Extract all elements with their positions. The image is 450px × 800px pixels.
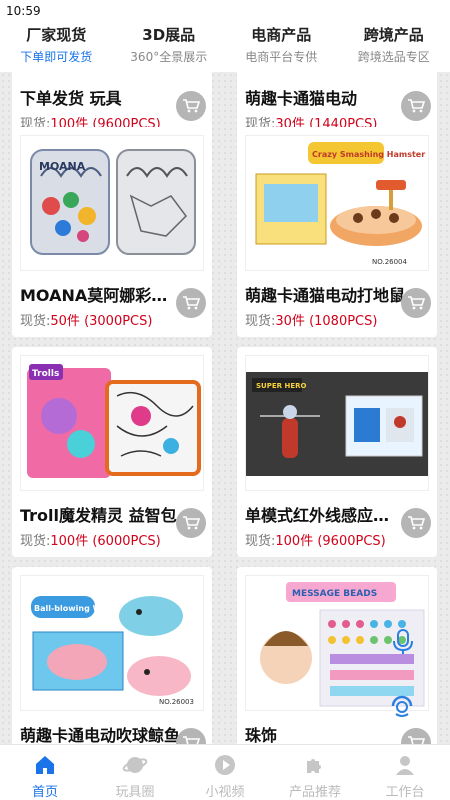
- add-to-cart-button[interactable]: [176, 288, 206, 318]
- product-title: 萌趣卡通电动吹球鲸鱼: [20, 726, 180, 744]
- product-card[interactable]: SUPER HERO 单模式红外线感应飞行器 现货:100件 (9600PCS): [237, 347, 437, 557]
- hamster-game-image: Crazy Smashing Hamster NO.26004: [246, 136, 428, 270]
- product-card[interactable]: MOANA MOANA莫阿娜彩绘背包 现货:50件 (3000PCS): [12, 127, 212, 337]
- cart-icon: [408, 296, 425, 310]
- product-stock: 现货:30件 (1080PCS): [245, 310, 377, 329]
- tab-ecommerce[interactable]: 电商产品 电商平台专供: [225, 22, 338, 72]
- tab-title: 3D展品: [142, 26, 196, 44]
- image-brand-text: Trolls: [32, 369, 59, 379]
- play-icon: [215, 755, 235, 775]
- product-stock: 现货:100件 (9600PCS): [245, 530, 386, 549]
- voice-search-button[interactable]: [392, 628, 414, 660]
- tab-title: 电商产品: [251, 26, 312, 44]
- image-brand-text: SUPER HERO: [256, 382, 306, 390]
- image-brand-text: MOANA: [39, 160, 86, 173]
- stock-value: 100件 (9600PCS): [275, 534, 386, 549]
- add-to-cart-button[interactable]: [401, 728, 431, 744]
- add-to-cart-button[interactable]: [401, 508, 431, 538]
- product-card[interactable]: Crazy Smashing Hamster NO.26004 萌趣卡通猫电动打…: [237, 127, 437, 337]
- product-stock: 现货:50件 (3000PCS): [20, 310, 152, 329]
- cart-icon: [408, 516, 425, 530]
- nav-label: 小视频: [205, 785, 245, 800]
- stock-label: 现货:: [245, 314, 276, 329]
- nav-label: 产品推荐: [288, 785, 341, 800]
- tab-subtitle: 跨境选品专区: [357, 50, 430, 64]
- nav-label: 工作台: [385, 785, 425, 800]
- tab-factory-stock[interactable]: 厂家现货 下单即可发货: [0, 22, 113, 72]
- add-to-cart-button[interactable]: [176, 91, 206, 121]
- add-to-cart-button[interactable]: [401, 91, 431, 121]
- product-title: MOANA莫阿娜彩绘背包: [20, 286, 180, 305]
- user-icon: [396, 756, 414, 775]
- trolls-bag-image: Trolls: [21, 356, 203, 490]
- cart-icon: [183, 516, 200, 530]
- puzzle-icon: [307, 759, 321, 773]
- stock-label: 现货:: [245, 534, 276, 549]
- image-brand-text: MESSAGE BEADS: [292, 589, 377, 599]
- nav-product-recommend[interactable]: 产品推荐: [270, 745, 360, 800]
- product-title: Troll魔发精灵 益智包: [20, 506, 177, 525]
- cart-icon: [183, 736, 200, 744]
- planet-icon: [122, 757, 148, 773]
- tab-subtitle: 电商平台专供: [245, 50, 318, 64]
- microphone-icon: [393, 629, 413, 654]
- cart-icon: [408, 736, 425, 744]
- customer-service-button[interactable]: [388, 690, 416, 722]
- product-title: 萌趣卡通猫电动: [245, 89, 358, 108]
- tab-cross-border[interactable]: 跨境产品 跨境选品专区: [338, 22, 450, 72]
- tab-3d-exhibits[interactable]: 3D展品 360°全景展示: [113, 22, 226, 72]
- cart-icon: [183, 296, 200, 310]
- product-title: 下单发货 玩具: [20, 89, 122, 108]
- status-time: 10:59: [6, 4, 41, 18]
- tab-title: 跨境产品: [363, 26, 424, 44]
- nav-short-video[interactable]: 小视频: [180, 745, 270, 800]
- headset-icon: [391, 695, 413, 717]
- product-card[interactable]: Trolls Troll魔发精灵 益智包 现货:100件 (6000PCS): [12, 347, 212, 557]
- nav-home[interactable]: 首页: [0, 745, 90, 800]
- add-to-cart-button[interactable]: [401, 288, 431, 318]
- product-card[interactable]: Ball-blowing Whale NO.26003 萌趣卡通电动吹球鲸鱼: [12, 567, 212, 744]
- image-brand-text: Ball-blowing Whale: [34, 604, 121, 613]
- stock-value: 30件 (1080PCS): [275, 314, 378, 329]
- stock-value: 50件 (3000PCS): [50, 314, 153, 329]
- product-title: 单模式红外线感应飞行器: [245, 506, 405, 525]
- image-model-text: NO.26003: [159, 698, 194, 706]
- image-brand-text: Crazy Smashing Hamster: [312, 150, 425, 159]
- product-image[interactable]: Ball-blowing Whale NO.26003: [20, 575, 204, 711]
- backpack-image: MOANA: [21, 136, 203, 270]
- tab-title: 厂家现货: [26, 26, 87, 44]
- image-model-text: NO.26004: [372, 258, 408, 266]
- product-title: 珠饰: [245, 726, 278, 744]
- stock-label: 现货:: [20, 314, 51, 329]
- product-stock: 现货:100件 (6000PCS): [20, 530, 161, 549]
- cart-icon: [408, 99, 425, 113]
- tab-subtitle: 下单即可发货: [20, 50, 93, 64]
- nav-label: 玩具圈: [115, 785, 155, 800]
- product-image[interactable]: Crazy Smashing Hamster NO.26004: [245, 135, 429, 271]
- whale-toy-image: Ball-blowing Whale NO.26003: [21, 576, 203, 710]
- nav-workbench[interactable]: 工作台: [360, 745, 450, 800]
- product-image[interactable]: SUPER HERO: [245, 355, 429, 491]
- stock-label: 现货:: [20, 534, 51, 549]
- product-grid: 下单发货 玩具 现货:100件 (9600PCS) 萌趣卡通猫电动 现货:30件…: [0, 72, 450, 744]
- product-image[interactable]: Trolls: [20, 355, 204, 491]
- nav-label: 首页: [31, 785, 58, 800]
- category-tabs: 厂家现货 下单即可发货 3D展品 360°全景展示 电商产品 电商平台专供 跨境…: [0, 22, 450, 72]
- status-bar: 10:59: [0, 0, 450, 22]
- nav-toy-circle[interactable]: 玩具圈: [90, 745, 180, 800]
- cart-icon: [183, 99, 200, 113]
- tab-subtitle: 360°全景展示: [130, 50, 208, 64]
- product-title: 萌趣卡通猫电动打地鼠: [245, 286, 405, 305]
- add-to-cart-button[interactable]: [176, 508, 206, 538]
- home-icon: [36, 756, 54, 774]
- flying-hero-image: SUPER HERO: [246, 356, 428, 490]
- product-image[interactable]: MOANA: [20, 135, 204, 271]
- bottom-nav: 首页 玩具圈 小视频 产品推荐 工作台: [0, 744, 450, 800]
- add-to-cart-button[interactable]: [176, 728, 206, 744]
- stock-value: 100件 (6000PCS): [50, 534, 161, 549]
